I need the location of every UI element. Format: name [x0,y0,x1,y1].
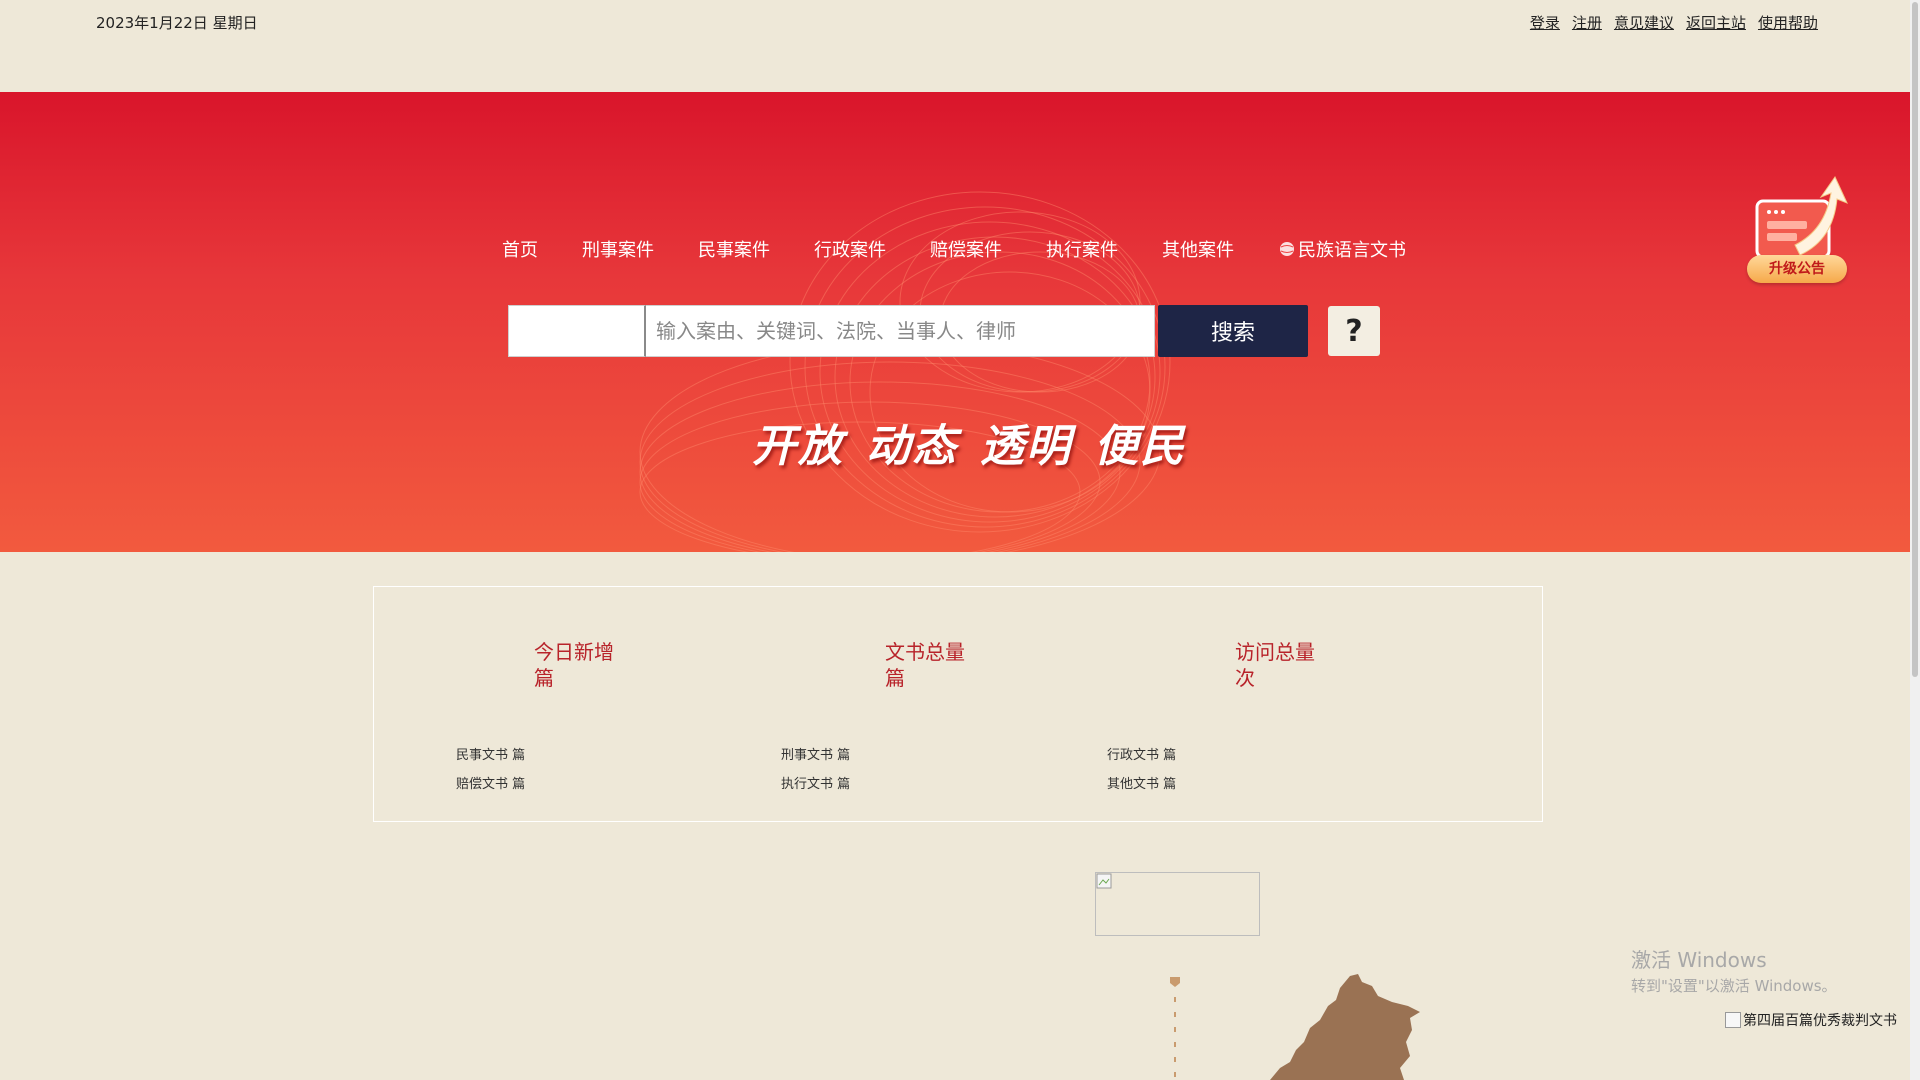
nav-compensation-cases[interactable]: 赔偿案件 [930,236,1002,262]
nav-criminal-cases[interactable]: 刑事案件 [582,236,654,262]
nav-ethnic-language-docs[interactable]: 民族语言文书 [1278,236,1406,262]
broken-image-icon [1725,1012,1741,1028]
scrollbar-thumb[interactable] [1912,2,1918,677]
windows-activation-watermark: 激活 Windows 转到"设置"以激活 Windows。 [1631,944,1837,996]
upgrade-arrow-icon [1755,176,1848,259]
slogan-word: 动态 [866,421,958,472]
vertical-scrollbar[interactable] [1910,0,1920,1080]
stat-compensation-docs[interactable]: 赔偿文书 篇 [456,773,525,792]
stat-today: 今日新增 篇 [534,639,614,691]
stat-total-label: 文书总量 [885,640,965,664]
china-map-icon [1270,974,1420,1080]
nav-civil-cases[interactable]: 民事案件 [698,236,770,262]
stat-execution-docs[interactable]: 执行文书 篇 [781,773,850,792]
feedback-link[interactable]: 意见建议 [1614,12,1674,33]
stat-other-docs[interactable]: 其他文书 篇 [1107,773,1176,792]
watermark-title: 激活 Windows [1631,948,1767,972]
search-input[interactable] [646,305,1155,357]
upgrade-notice[interactable]: 升级公告 [1745,175,1853,287]
broken-image-placeholder [1095,872,1260,936]
award-alt-text: 第四届百篇优秀裁判文书 [1743,1013,1897,1029]
slogan-word: 开放 [752,421,844,472]
stat-civil-docs[interactable]: 民事文书 篇 [456,744,525,763]
stat-visits-label: 访问总量 [1235,640,1315,664]
current-date: 2023年1月22日 星期日 [96,14,258,32]
usage-help-link[interactable]: 使用帮助 [1758,12,1818,33]
stat-total-unit: 篇 [885,666,905,690]
slogan-word: 透明 [980,421,1072,472]
slogan-word: 便民 [1094,421,1186,472]
main-nav: 首页 刑事案件 民事案件 行政案件 赔偿案件 执行案件 其他案件 民族语言文书 [502,236,1406,262]
nav-ethnic-label: 民族语言文书 [1298,240,1406,261]
help-button[interactable]: ? [1328,306,1380,356]
register-link[interactable]: 注册 [1572,12,1602,33]
top-bar: 2023年1月22日 星期日 登录 注册 意见建议 返回主站 使用帮助 [0,0,1918,92]
stat-total-docs: 文书总量 篇 [885,639,965,691]
nav-home[interactable]: 首页 [502,236,538,262]
stat-visits-unit: 次 [1235,666,1255,690]
globe-icon [1280,242,1294,256]
stat-today-label: 今日新增 [534,640,614,664]
upgrade-notice-label: 升级公告 [1747,255,1847,283]
nav-execution-cases[interactable]: 执行案件 [1046,236,1118,262]
top-links: 登录 注册 意见建议 返回主站 使用帮助 [1530,12,1818,33]
award-link[interactable]: 第四届百篇优秀裁判文书 [1725,1010,1897,1030]
nav-administrative-cases[interactable]: 行政案件 [814,236,886,262]
watermark-subtitle: 转到"设置"以激活 Windows。 [1631,977,1837,995]
hero-banner: 首页 刑事案件 民事案件 行政案件 赔偿案件 执行案件 其他案件 民族语言文书 … [0,92,1918,552]
slogan: 开放 动态 透明 便民 [752,410,1208,474]
timeline-marker-icon [1170,977,1180,1077]
search-bar: 搜索 ? [508,305,1380,357]
search-button[interactable]: 搜索 [1158,305,1308,357]
return-main-site-link[interactable]: 返回主站 [1686,12,1746,33]
stat-total-visits: 访问总量 次 [1235,639,1315,691]
stat-admin-docs[interactable]: 行政文书 篇 [1107,744,1176,763]
broken-image-icon [1096,873,1112,889]
search-type-select[interactable] [508,305,646,357]
stat-criminal-docs[interactable]: 刑事文书 篇 [781,744,850,763]
nav-other-cases[interactable]: 其他案件 [1162,236,1234,262]
login-link[interactable]: 登录 [1530,12,1560,33]
stat-today-unit: 篇 [534,666,554,690]
statistics-panel: 今日新增 篇 文书总量 篇 访问总量 次 民事文书 篇 刑事文书 篇 行政文书 … [373,586,1543,822]
